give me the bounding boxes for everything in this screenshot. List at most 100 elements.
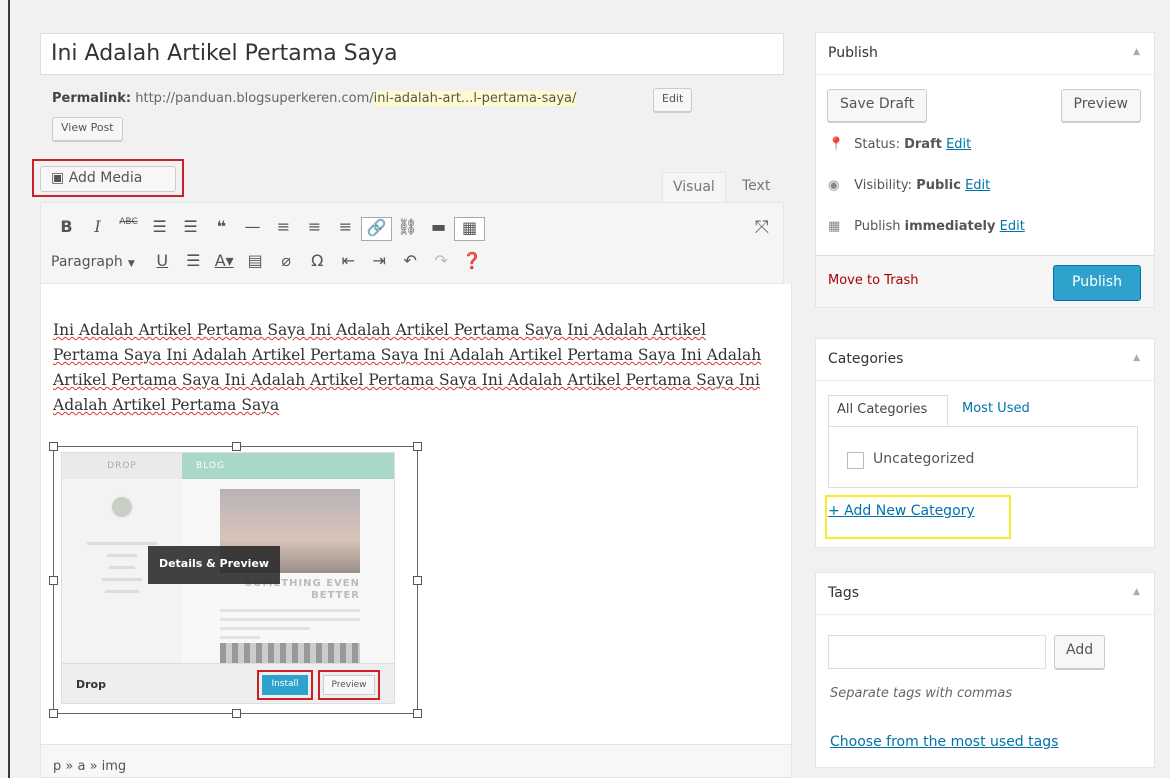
edit-visibility-link[interactable]: Edit <box>965 178 990 193</box>
insert-link-icon[interactable]: 🔗 <box>361 217 392 241</box>
status-label: Status: <box>854 137 900 152</box>
unlink-icon[interactable]: ⛓ <box>392 217 423 241</box>
bullet-list-icon[interactable]: ☰ <box>144 217 175 241</box>
theme-photo-2 <box>220 643 360 665</box>
selected-image[interactable]: DROP BLOG SOMETHING EVEN BETTER Details … <box>49 442 422 718</box>
post-body-text[interactable]: Ini Adalah Artikel Pertama Saya Ini Adal… <box>53 318 773 418</box>
status-value: Draft <box>904 137 942 152</box>
schedule-row: ▦ Publish immediately Edit <box>828 219 1025 234</box>
resize-handle-sw[interactable] <box>49 709 58 718</box>
collapse-arrow-icon[interactable]: ▲ <box>1133 587 1140 597</box>
permalink-label: Permalink: <box>52 91 132 106</box>
category-list: Uncategorized <box>828 426 1138 488</box>
blockquote-icon[interactable]: ❝ <box>206 217 237 241</box>
text-color-icon[interactable]: A▾ <box>209 251 240 270</box>
resize-handle-e[interactable] <box>413 576 422 585</box>
details-preview-overlay[interactable]: Details & Preview <box>148 546 280 584</box>
strikethrough-icon[interactable]: ABC <box>113 217 144 241</box>
category-checkbox[interactable] <box>847 452 864 469</box>
publish-actions: Move to Trash Publish <box>816 255 1154 307</box>
resize-handle-w[interactable] <box>49 576 58 585</box>
toolbar-toggle-icon[interactable]: ▦ <box>454 217 485 241</box>
permalink-base: http://panduan.blogsuperkeren.com/ <box>135 91 374 106</box>
permalink: Permalink: http://panduan.blogsuperkeren… <box>52 91 577 106</box>
resize-handle-s[interactable] <box>232 709 241 718</box>
tab-most-used[interactable]: Most Used <box>958 395 1058 422</box>
special-char-icon[interactable]: Ω <box>302 251 333 270</box>
status-row: 📍 Status: Draft Edit <box>828 137 971 152</box>
tab-visual[interactable]: Visual <box>662 172 726 202</box>
collapse-arrow-icon[interactable]: ▲ <box>1133 47 1140 57</box>
publish-box-title[interactable]: Publish ▲ <box>816 33 1154 75</box>
theme-header-right: BLOG <box>182 453 394 479</box>
undo-icon[interactable]: ↶ <box>395 251 426 270</box>
visibility-label: Visibility: <box>854 178 913 193</box>
tag-input[interactable] <box>828 635 1046 669</box>
format-select[interactable]: Paragraph ▼ <box>51 251 135 270</box>
distraction-free-icon[interactable]: ⤧ <box>755 217 769 238</box>
italic-icon[interactable]: I <box>82 217 113 241</box>
help-icon[interactable]: ❓ <box>457 251 488 270</box>
align-left-icon[interactable]: ≡ <box>268 217 299 241</box>
calendar-icon: ▦ <box>828 219 841 234</box>
categories-box: Categories ▲ All Categories Most Used Unc… <box>815 338 1155 548</box>
indent-icon[interactable]: ⇥ <box>364 251 395 270</box>
add-tag-button[interactable]: Add <box>1054 635 1106 669</box>
theme-name: Drop <box>76 678 106 691</box>
editor-content[interactable]: Ini Adalah Artikel Pertama Saya Ini Adal… <box>40 284 792 744</box>
outdent-icon[interactable]: ⇤ <box>333 251 364 270</box>
tab-all-categories[interactable]: All Categories <box>828 395 948 427</box>
resize-handle-n[interactable] <box>232 442 241 451</box>
align-center-icon[interactable]: ≡ <box>299 217 330 241</box>
theme-text-lines <box>220 603 360 645</box>
justify-icon[interactable]: ☰ <box>178 251 209 270</box>
numbered-list-icon[interactable]: ☰ <box>175 217 206 241</box>
editor-toolbar: B I ABC ☰ ☰ ❝ — ≡ ≡ ≡ 🔗 ⛓ ▬ ▦ ⤧ Paragrap… <box>40 202 784 284</box>
theme-preview-button[interactable]: Preview <box>323 675 375 695</box>
underline-icon[interactable]: U <box>147 251 178 270</box>
redo-icon[interactable]: ↷ <box>426 251 457 270</box>
view-post-button[interactable]: View Post <box>52 117 123 141</box>
tags-box-title[interactable]: Tags ▲ <box>816 573 1154 615</box>
category-label[interactable]: Uncategorized <box>873 451 974 467</box>
edit-schedule-link[interactable]: Edit <box>1000 219 1025 234</box>
add-media-highlight: ▣ Add Media <box>32 159 184 197</box>
element-path: p » a » img <box>40 744 792 778</box>
theme-screenshot: DROP BLOG SOMETHING EVEN BETTER Details … <box>61 452 395 704</box>
resize-handle-se[interactable] <box>413 709 422 718</box>
align-right-icon[interactable]: ≡ <box>330 217 361 241</box>
save-draft-button[interactable]: Save Draft <box>827 89 928 122</box>
pin-icon: 📍 <box>828 137 845 152</box>
schedule-label: Publish <box>854 219 901 234</box>
theme-header-left: DROP <box>62 453 182 479</box>
chevron-down-icon: ▼ <box>127 259 135 269</box>
install-highlight: Install <box>257 670 313 700</box>
theme-footer: Drop Install Preview <box>62 663 394 703</box>
publish-button[interactable]: Publish <box>1053 265 1141 301</box>
tags-box: Tags ▲ Add Separate tags with commas Choo… <box>815 572 1155 768</box>
publish-box-heading: Publish <box>828 45 878 61</box>
eye-icon: ◉ <box>828 178 840 193</box>
add-media-button[interactable]: ▣ Add Media <box>40 166 176 192</box>
permalink-slug[interactable]: ini-adalah-art...l-pertama-saya/ <box>373 91 577 106</box>
edit-status-link[interactable]: Edit <box>946 137 971 152</box>
read-more-icon[interactable]: ▬ <box>423 217 454 241</box>
install-button[interactable]: Install <box>262 675 308 695</box>
edit-permalink-button[interactable]: Edit <box>653 88 693 112</box>
resize-handle-ne[interactable] <box>413 442 422 451</box>
post-title-input[interactable]: Ini Adalah Artikel Pertama Saya <box>40 33 784 75</box>
resize-handle-nw[interactable] <box>49 442 58 451</box>
visibility-row: ◉ Visibility: Public Edit <box>828 178 990 193</box>
choose-tags-link[interactable]: Choose from the most used tags <box>830 734 1058 750</box>
collapse-arrow-icon[interactable]: ▲ <box>1133 353 1140 363</box>
move-to-trash-link[interactable]: Move to Trash <box>828 273 919 288</box>
add-new-category-link[interactable]: + Add New Category <box>828 503 975 519</box>
add-media-label: Add Media <box>68 170 143 186</box>
preview-button[interactable]: Preview <box>1060 89 1141 122</box>
categories-box-title[interactable]: Categories ▲ <box>816 339 1154 381</box>
horizontal-line-icon[interactable]: — <box>237 217 268 241</box>
clear-formatting-icon[interactable]: ⌀ <box>271 251 302 270</box>
tab-text[interactable]: Text <box>732 172 780 202</box>
paste-text-icon[interactable]: ▤ <box>240 251 271 270</box>
bold-icon[interactable]: B <box>51 217 82 241</box>
